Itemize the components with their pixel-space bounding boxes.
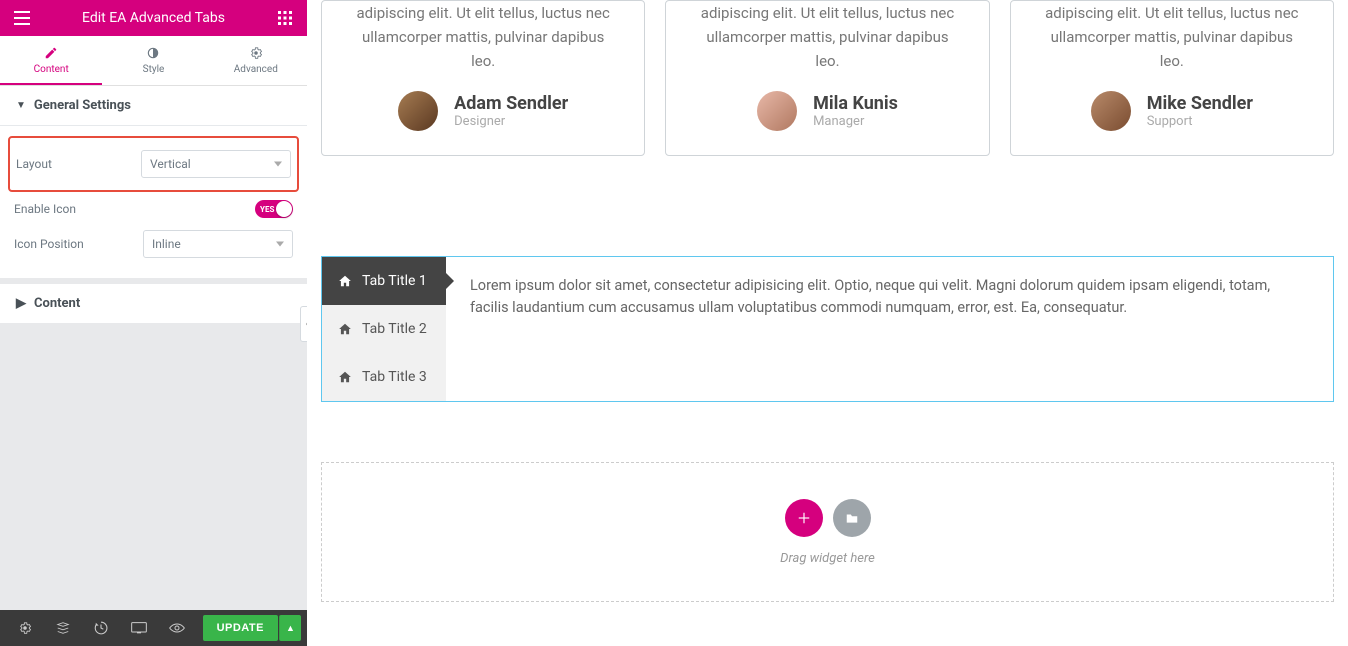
editor-footer: UPDATE ▲ [0,610,307,646]
author-name: Adam Sendler [454,93,568,114]
avatar [757,91,797,131]
enable-icon-label: Enable Icon [14,202,76,216]
drop-zone[interactable]: Drag widget here [321,462,1334,602]
add-section-button[interactable] [785,499,823,537]
layout-control-highlight: Layout Vertical [8,136,299,192]
tab-nav-item-1[interactable]: Tab Title 1 [322,257,446,305]
tab-style[interactable]: Style [102,36,204,85]
navigator-icon[interactable] [44,610,82,646]
history-icon[interactable] [82,610,120,646]
section-content[interactable]: ▶ Content [0,278,307,323]
author-role: Support [1147,114,1253,129]
enable-icon-toggle[interactable]: YES [255,200,293,218]
tab-content[interactable]: Content [0,36,102,85]
testimonial-row: adipiscing elit. Ut elit tellus, luctus … [321,0,1334,156]
tab-nav: Tab Title 1 Tab Title 2 Tab Title 3 [322,257,446,401]
template-button[interactable] [833,499,871,537]
drop-hint: Drag widget here [780,551,875,566]
toggle-value: YES [260,205,274,214]
icon-position-label: Icon Position [14,237,84,251]
testimonial-text: adipiscing elit. Ut elit tellus, luctus … [1041,1,1303,73]
panel-title: Edit EA Advanced Tabs [36,10,271,26]
tab-advanced[interactable]: Advanced [205,36,307,85]
section-general-body: Layout Vertical Enable Icon YES Icon Pos… [0,126,307,278]
testimonial-card: adipiscing elit. Ut elit tellus, luctus … [321,0,645,156]
chevron-right-icon: ▶ [16,296,26,311]
avatar [398,91,438,131]
editor-sidebar: Edit EA Advanced Tabs Content Style Adva… [0,0,307,646]
layout-value: Vertical [150,157,191,171]
panel-tabs: Content Style Advanced [0,36,307,86]
testimonial-text: adipiscing elit. Ut elit tellus, luctus … [352,1,614,73]
advanced-tabs-widget[interactable]: Tab Title 1 Tab Title 2 Tab Title 3 Lore… [321,256,1334,402]
section-content-label: Content [34,296,80,311]
section-general-label: General Settings [34,98,131,113]
testimonial-text: adipiscing elit. Ut elit tellus, luctus … [696,1,958,73]
update-more-button[interactable]: ▲ [279,615,301,641]
tab-style-label: Style [143,64,165,75]
avatar [1091,91,1131,131]
settings-icon[interactable] [6,610,44,646]
chevron-down-icon: ▼ [16,100,26,111]
author-name: Mila Kunis [813,93,898,114]
tab-content-panel: Lorem ipsum dolor sit amet, consectetur … [446,257,1333,401]
apps-icon[interactable] [271,4,299,32]
layout-label: Layout [16,157,52,171]
testimonial-card: adipiscing elit. Ut elit tellus, luctus … [1010,0,1334,156]
tab-label: Tab Title 2 [362,321,427,337]
editor-canvas: adipiscing elit. Ut elit tellus, luctus … [307,0,1348,646]
menu-icon[interactable] [8,4,36,32]
section-general-settings[interactable]: ▼ General Settings [0,86,307,126]
author-role: Designer [454,114,568,129]
preview-icon[interactable] [158,610,196,646]
toggle-knob [276,201,292,217]
sidebar-header: Edit EA Advanced Tabs [0,0,307,36]
tab-nav-item-2[interactable]: Tab Title 2 [322,305,446,353]
layout-select[interactable]: Vertical [141,150,291,178]
author-role: Manager [813,114,898,129]
tab-label: Tab Title 1 [362,273,427,289]
update-button[interactable]: UPDATE [203,615,278,641]
author-name: Mike Sendler [1147,93,1253,114]
icon-position-value: Inline [152,237,181,251]
tab-nav-item-3[interactable]: Tab Title 3 [322,353,446,401]
testimonial-card: adipiscing elit. Ut elit tellus, luctus … [665,0,989,156]
icon-position-select[interactable]: Inline [143,230,293,258]
tab-advanced-label: Advanced [234,64,278,75]
tab-content-label: Content [34,64,69,75]
responsive-icon[interactable] [120,610,158,646]
tab-label: Tab Title 3 [362,369,427,385]
